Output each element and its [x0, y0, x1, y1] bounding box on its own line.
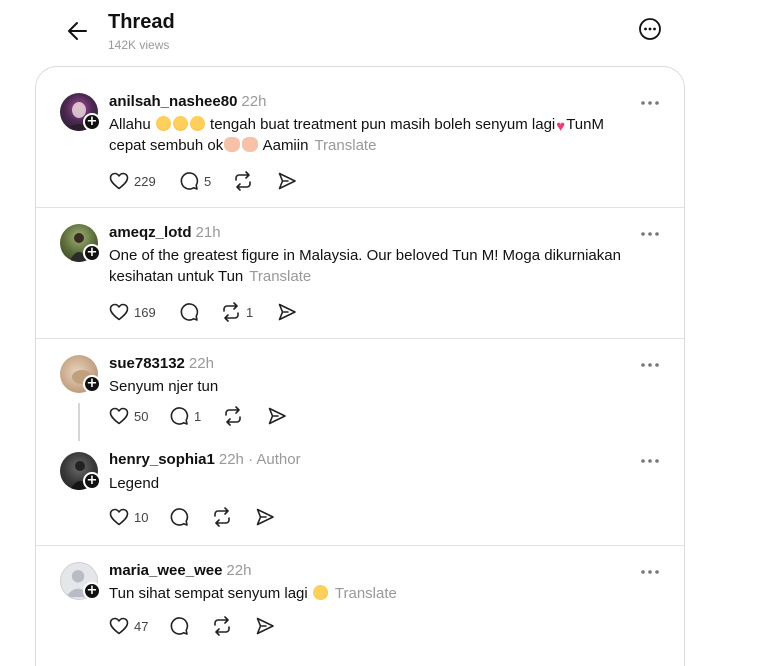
- smiling-hearts-emoji-icon: [312, 585, 328, 600]
- send-icon: [268, 407, 286, 425]
- timestamp: 21h: [195, 224, 221, 241]
- more-options-icon[interactable]: [640, 95, 660, 105]
- translate-link[interactable]: Translate: [314, 137, 376, 154]
- timestamp: 22h: [226, 562, 252, 579]
- like-button[interactable]: 50: [108, 405, 148, 427]
- heart-icon: [109, 407, 129, 425]
- emoji-icon: [189, 116, 205, 131]
- share-button[interactable]: [276, 301, 298, 323]
- like-count: 169: [134, 304, 156, 320]
- back-arrow-icon[interactable]: [64, 17, 92, 45]
- post-text: Legend: [109, 475, 160, 492]
- share-button[interactable]: [266, 405, 288, 427]
- views-count: 142K views: [108, 38, 170, 52]
- reply-button[interactable]: 5: [178, 170, 211, 192]
- timestamp: 22h: [241, 93, 267, 110]
- like-button[interactable]: 47: [108, 615, 148, 637]
- post-text: One of the greatest figure in Malaysia. …: [109, 247, 621, 285]
- send-icon: [256, 617, 274, 635]
- username[interactable]: maria_wee_wee 22h: [109, 562, 251, 579]
- post-text: Senyum njer tun: [109, 378, 219, 395]
- like-count: 47: [134, 618, 149, 634]
- hands-emoji-icon: [242, 137, 259, 152]
- emoji-icon: [172, 116, 188, 131]
- follow-plus-icon[interactable]: +: [83, 113, 101, 131]
- comment-icon: [170, 617, 189, 635]
- username[interactable]: henry_sophia1 22h · Author: [109, 451, 301, 468]
- username[interactable]: ameqz_lotd 21h: [109, 224, 221, 241]
- follow-plus-icon[interactable]: +: [83, 472, 101, 490]
- translate-link[interactable]: Translate: [249, 268, 311, 285]
- send-icon: [256, 508, 274, 526]
- follow-plus-icon[interactable]: +: [83, 244, 101, 262]
- like-count: 229: [134, 173, 156, 189]
- reply-post: + maria_wee_wee 22h Tun sihat sempat seny…: [36, 546, 684, 656]
- like-count: 50: [134, 408, 149, 424]
- reply-button[interactable]: [168, 506, 194, 528]
- share-button[interactable]: [254, 615, 276, 637]
- reply-post: + ameqz_lotd 21h One of the greatest figu…: [36, 208, 684, 338]
- reply-count: 1: [194, 408, 202, 424]
- timestamp: 22h: [218, 451, 244, 468]
- repost-count: 1: [246, 304, 254, 320]
- username[interactable]: anilsah_nashee80 22h: [109, 93, 266, 110]
- thread-line: [78, 403, 80, 441]
- like-count: 10: [134, 509, 149, 525]
- heart-icon: [109, 617, 129, 635]
- reply-button[interactable]: [178, 301, 204, 323]
- repost-button[interactable]: 1: [220, 301, 253, 323]
- send-icon: [278, 172, 296, 190]
- more-circle-icon[interactable]: [638, 17, 662, 41]
- reply-post: + anilsah_nashee80 22h Allahu tengah buat…: [36, 67, 684, 207]
- heart-icon: [109, 508, 129, 526]
- header: Thread 142K views: [0, 0, 768, 66]
- repost-icon: [235, 171, 251, 191]
- heart-emoji-icon: ♥: [556, 118, 566, 135]
- like-button[interactable]: 169: [108, 301, 156, 323]
- comment-icon: [170, 407, 189, 425]
- share-button[interactable]: [254, 506, 276, 528]
- comment-icon: [170, 508, 189, 526]
- replies-card: + anilsah_nashee80 22h Allahu tengah buat…: [35, 66, 685, 666]
- reply-post: + sue783132 22h Senyum njer tun 50 1: [36, 339, 684, 449]
- like-button[interactable]: 10: [108, 506, 148, 528]
- like-button[interactable]: 229: [108, 170, 156, 192]
- hands-emoji-icon: [224, 137, 241, 152]
- repost-icon: [214, 507, 230, 527]
- more-options-icon[interactable]: [640, 226, 660, 236]
- more-options-icon[interactable]: [640, 357, 660, 367]
- comment-icon: [180, 172, 199, 190]
- timestamp: 22h: [188, 355, 214, 372]
- author-tag: · Author: [248, 451, 301, 468]
- repost-button[interactable]: [222, 405, 248, 427]
- share-button[interactable]: [276, 170, 298, 192]
- repost-button[interactable]: [211, 615, 237, 637]
- reply-button[interactable]: [168, 615, 194, 637]
- heart-icon: [109, 303, 129, 321]
- repost-icon: [214, 616, 230, 636]
- username[interactable]: sue783132 22h: [109, 355, 214, 372]
- reply-post: + henry_sophia1 22h · Author Legend 10: [36, 442, 684, 545]
- more-options-icon[interactable]: [640, 453, 660, 463]
- emoji-icon: [155, 116, 171, 131]
- repost-button[interactable]: [211, 506, 237, 528]
- follow-plus-icon[interactable]: +: [83, 582, 101, 600]
- repost-icon: [225, 406, 241, 426]
- repost-icon: [223, 302, 239, 322]
- comment-icon: [180, 303, 199, 321]
- reply-count: 5: [204, 173, 212, 189]
- repost-button[interactable]: [232, 170, 258, 192]
- send-icon: [278, 303, 296, 321]
- page-title: Thread: [108, 11, 175, 33]
- translate-link[interactable]: Translate: [335, 585, 397, 602]
- follow-plus-icon[interactable]: +: [83, 375, 101, 393]
- post-text: Allahu tengah buat treatment pun masih b…: [109, 116, 604, 154]
- heart-icon: [109, 172, 129, 190]
- reply-button[interactable]: 1: [168, 405, 201, 427]
- post-text: Tun sihat sempat senyum lagi Translate: [109, 585, 397, 602]
- more-options-icon[interactable]: [640, 564, 660, 574]
